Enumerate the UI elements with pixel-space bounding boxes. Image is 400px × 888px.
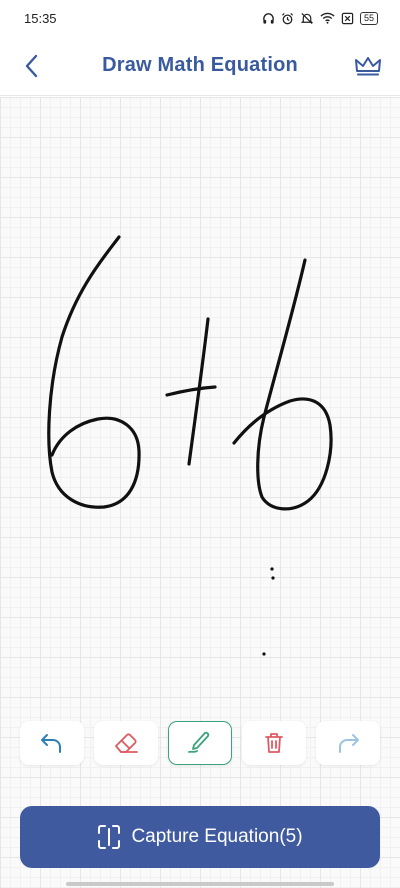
- eraser-icon: [115, 733, 138, 753]
- sim-icon: [341, 12, 354, 24]
- status-time: 15:35: [24, 10, 57, 26]
- eraser-button[interactable]: [94, 721, 158, 765]
- stray-dot: [270, 567, 274, 571]
- battery-icon: 55: [359, 11, 378, 25]
- drawing-toolbar: [20, 721, 380, 765]
- home-indicator[interactable]: [66, 882, 334, 886]
- stray-dot: [271, 576, 275, 580]
- stroke-plus-vertical: [187, 317, 210, 466]
- pen-button[interactable]: [168, 721, 232, 765]
- page-title: Draw Math Equation: [102, 54, 298, 76]
- clear-button[interactable]: [242, 721, 306, 765]
- headphones-icon: [263, 12, 274, 24]
- drawing-canvas[interactable]: [0, 97, 400, 888]
- undo-icon: [41, 734, 61, 753]
- wifi-icon: [320, 12, 335, 24]
- crown-icon: [355, 57, 381, 76]
- capture-equation-label: Capture Equation(5): [131, 826, 303, 847]
- scan-frame-icon: [98, 825, 121, 849]
- undo-button[interactable]: [20, 721, 84, 765]
- stroke-digit-6-second: [232, 258, 333, 511]
- capture-equation-button[interactable]: Capture Equation(5): [20, 806, 380, 868]
- stray-dot: [262, 652, 266, 656]
- alarm-icon: [281, 12, 294, 24]
- stroke-digit-6-first: [47, 235, 141, 509]
- status-bar: 15:35 55: [0, 0, 400, 36]
- redo-icon: [339, 734, 359, 753]
- trash-icon: [265, 733, 283, 753]
- redo-button[interactable]: [316, 721, 380, 765]
- back-button[interactable]: [18, 52, 46, 80]
- premium-button[interactable]: [352, 52, 384, 80]
- stroke-plus-horizontal: [165, 385, 217, 397]
- chevron-left-icon: [25, 54, 38, 78]
- handwritten-strokes: [47, 235, 333, 656]
- status-icons: 55: [262, 11, 378, 25]
- mute-icon: [300, 12, 314, 24]
- app-header: Draw Math Equation: [0, 36, 400, 96]
- pen-icon: [188, 731, 210, 753]
